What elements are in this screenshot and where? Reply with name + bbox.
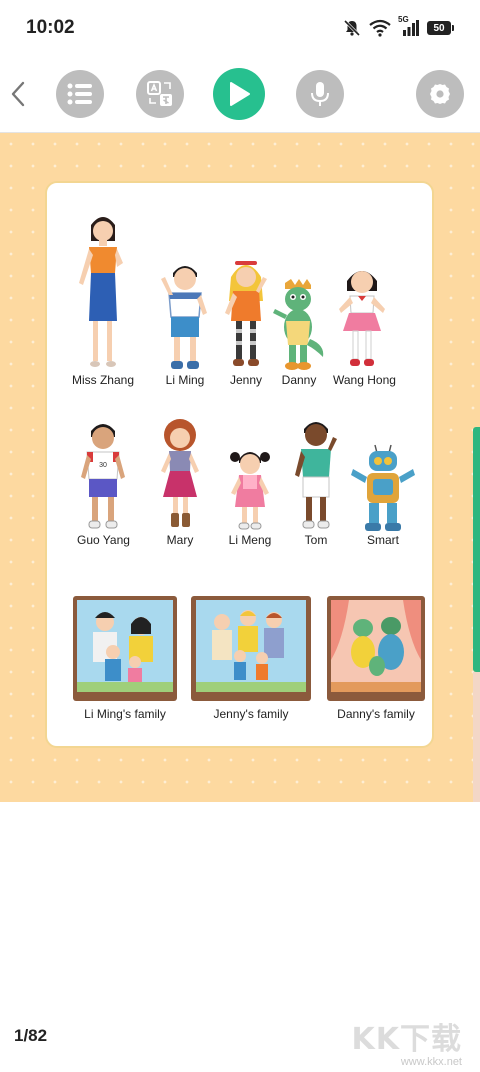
scroll-indicator[interactable] <box>473 427 480 672</box>
wifi-icon <box>369 19 391 37</box>
smart-robot-illustration <box>351 444 415 531</box>
character-li-ming[interactable]: Li Ming <box>159 259 211 387</box>
play-button[interactable] <box>213 68 265 120</box>
translate-icon <box>147 81 172 106</box>
book-page[interactable]: Miss Zhang Li Ming Jenny Danny Wang Hong… <box>0 133 480 802</box>
jenny-illustration <box>225 261 267 366</box>
character-wang-hong[interactable]: Wang Hong <box>333 261 396 387</box>
character-label: Jenny <box>229 373 263 387</box>
danny-family-illustration <box>331 600 421 692</box>
family-label: Li Ming's family <box>84 707 166 721</box>
family-frame <box>73 596 177 701</box>
watermark-logo: KK下载 <box>351 1022 462 1057</box>
family-frame <box>327 596 425 701</box>
wang-hong-illustration <box>339 271 385 366</box>
character-label: Guo Yang <box>77 533 130 547</box>
back-button[interactable] <box>4 76 32 112</box>
jenny-family-illustration <box>196 600 306 692</box>
play-icon <box>230 82 250 106</box>
character-label: Tom <box>304 533 328 547</box>
family-danny[interactable]: Danny's family <box>327 596 425 721</box>
character-label: Wang Hong <box>333 373 396 387</box>
battery-icon: 50 <box>427 21 454 35</box>
scroll-track <box>473 672 480 802</box>
character-mary[interactable]: Mary <box>155 417 205 547</box>
status-time: 10:02 <box>26 17 75 38</box>
tom-illustration <box>295 422 337 529</box>
page-indicator: 1/82 <box>14 1026 48 1045</box>
catalog-button[interactable] <box>56 70 104 118</box>
watermark: KK下载 www.kkx.net <box>342 1014 463 1068</box>
guo-yang-illustration: 30 <box>81 424 125 529</box>
miss-zhang-illustration <box>79 217 123 367</box>
family-frame <box>191 596 311 701</box>
list-icon <box>67 83 92 105</box>
character-label: Miss Zhang <box>71 373 135 387</box>
record-button[interactable] <box>296 70 344 118</box>
family-li-ming[interactable]: Li Ming's family <box>73 596 177 721</box>
settings-button[interactable] <box>416 70 464 118</box>
mary-illustration <box>161 419 199 527</box>
character-label: Li Meng <box>228 533 272 547</box>
li-ming-family-illustration <box>77 600 173 692</box>
status-bar: 10:02 5G 50 <box>0 0 480 56</box>
jersey-number: 30 <box>99 462 107 469</box>
character-miss-zhang[interactable]: Miss Zhang <box>71 211 135 387</box>
danny-illustration <box>273 279 324 370</box>
character-label: Danny <box>281 373 317 387</box>
li-meng-illustration <box>230 452 270 530</box>
mute-icon <box>343 19 361 37</box>
chevron-left-icon <box>11 81 25 107</box>
character-guo-yang[interactable]: 30 Guo Yang <box>77 417 130 547</box>
character-label: Li Ming <box>165 373 205 387</box>
family-label: Danny's family <box>337 707 415 721</box>
toolbar <box>0 62 480 133</box>
family-label: Jenny's family <box>213 707 289 721</box>
family-jenny[interactable]: Jenny's family <box>191 596 311 721</box>
translate-button[interactable] <box>136 70 184 118</box>
gear-icon <box>430 84 450 104</box>
character-label: Smart <box>366 533 399 547</box>
character-danny[interactable]: Danny <box>271 279 327 387</box>
characters-card: Miss Zhang Li Ming Jenny Danny Wang Hong… <box>45 181 434 748</box>
battery-level: 50 <box>427 21 451 35</box>
signal-icon: 5G <box>398 15 419 37</box>
character-smart[interactable]: Smart <box>349 443 417 547</box>
network-type: 5G <box>398 15 409 24</box>
character-tom[interactable]: Tom <box>291 415 341 547</box>
status-icons: 5G 50 <box>343 15 454 40</box>
microphone-icon <box>311 82 329 106</box>
li-ming-illustration <box>161 266 207 369</box>
character-label: Mary <box>166 533 194 547</box>
character-jenny[interactable]: Jenny <box>223 257 269 387</box>
character-li-meng[interactable]: Li Meng <box>227 445 273 547</box>
